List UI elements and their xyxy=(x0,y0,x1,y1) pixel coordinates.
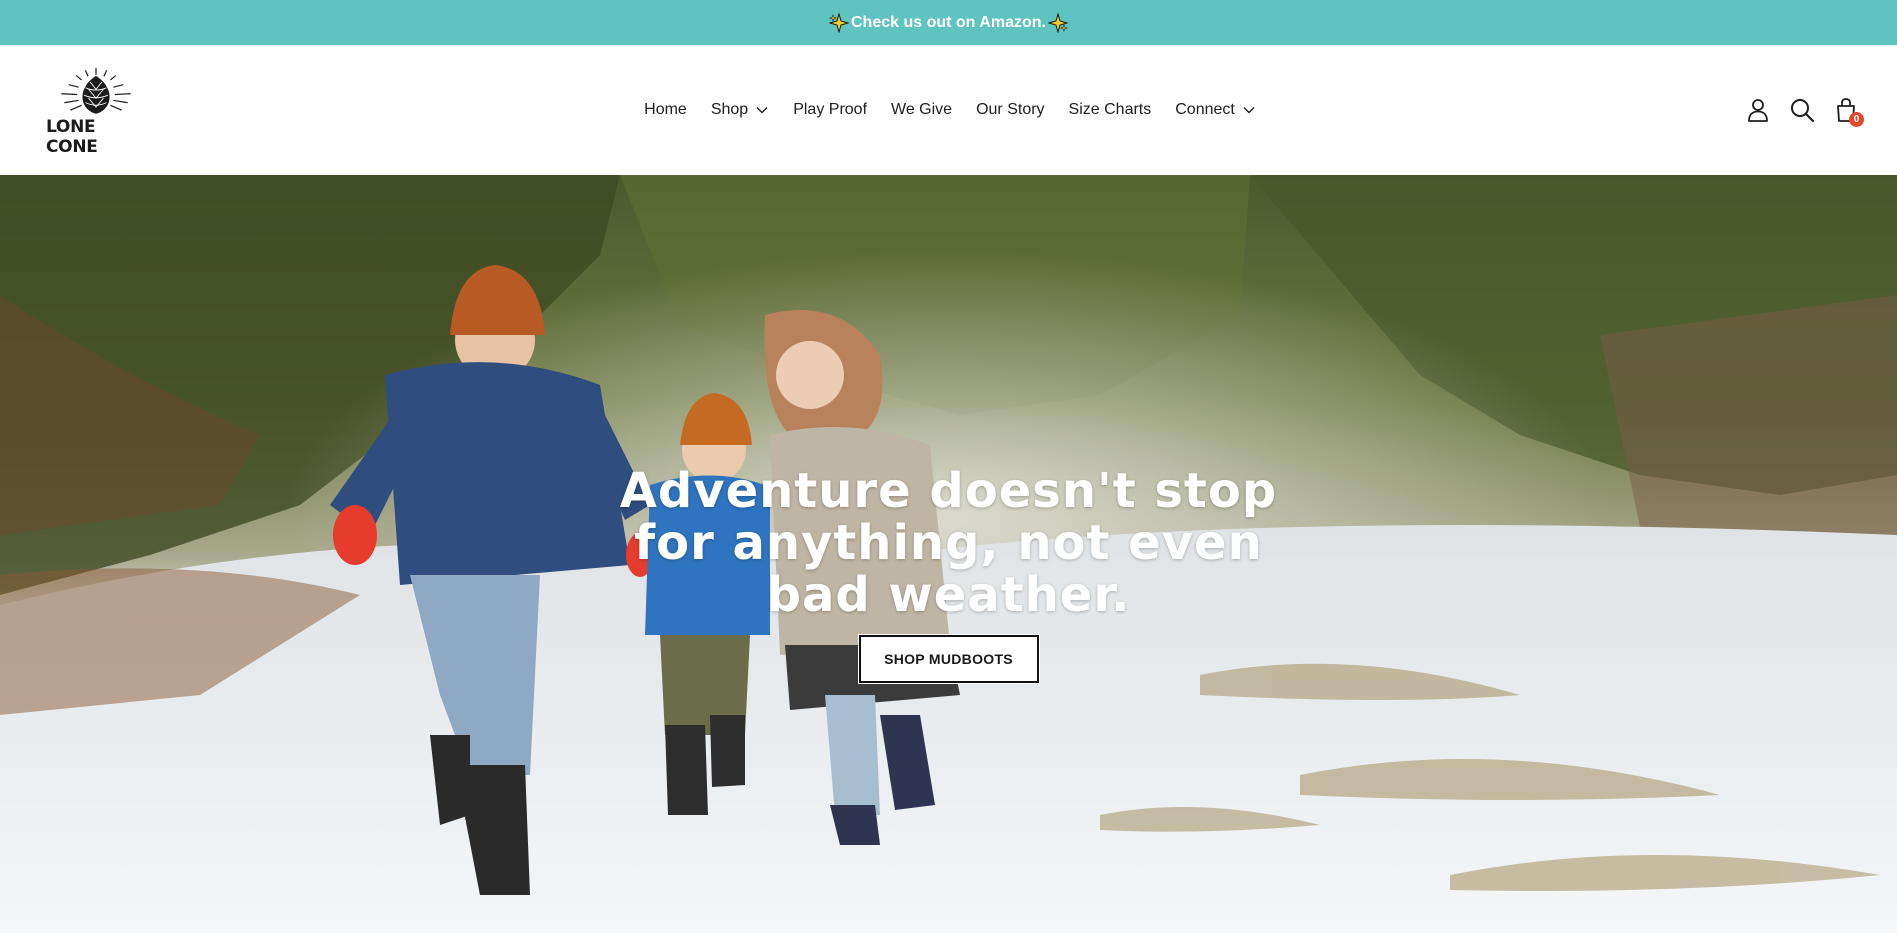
header-actions: 0 xyxy=(1745,45,1864,175)
search-button[interactable] xyxy=(1789,97,1815,123)
nav-play-proof[interactable]: Play Proof xyxy=(781,90,879,130)
search-icon xyxy=(1791,99,1815,123)
cart-count-badge: 0 xyxy=(1849,112,1864,127)
nav-label: We Give xyxy=(891,101,953,118)
nav-connect[interactable]: Connect xyxy=(1163,90,1268,130)
nav-we-give[interactable]: We Give xyxy=(879,90,964,130)
shop-mudboots-button[interactable]: SHOP MUDBOOTS xyxy=(858,635,1039,683)
site-header: LONE CONE Home Shop Play Proof We Give O… xyxy=(0,45,1897,175)
nav-our-story[interactable]: Our Story xyxy=(964,90,1056,130)
account-icon xyxy=(1748,99,1768,122)
main-nav: Home Shop Play Proof We Give Our Story S… xyxy=(0,45,1897,175)
sparkle-icon xyxy=(1047,12,1068,33)
account-button[interactable] xyxy=(1745,97,1771,123)
nav-home[interactable]: Home xyxy=(632,90,699,130)
hero-banner: Adventure doesn't stop for anything, not… xyxy=(0,175,1897,933)
announcement-bar: Check us out on Amazon. xyxy=(0,0,1897,45)
sparkle-icon xyxy=(829,12,849,33)
nav-label: Shop xyxy=(710,101,749,118)
hero-content: Adventure doesn't stop for anything, not… xyxy=(0,465,1897,683)
nav-label: Our Story xyxy=(976,101,1045,118)
nav-label: Connect xyxy=(1175,101,1235,118)
nav-label: Size Charts xyxy=(1068,101,1152,118)
nav-label: Home xyxy=(644,101,687,118)
nav-shop[interactable]: Shop xyxy=(699,90,781,130)
hero-title: Adventure doesn't stop for anything, not… xyxy=(619,463,1278,623)
chevron-down-icon xyxy=(1243,107,1255,114)
nav-size-charts[interactable]: Size Charts xyxy=(1057,90,1164,130)
nav-label: Play Proof xyxy=(793,101,868,118)
cart-button[interactable]: 0 xyxy=(1833,97,1864,127)
announcement-link[interactable]: Check us out on Amazon. xyxy=(851,14,1046,32)
chevron-down-icon xyxy=(756,107,768,114)
